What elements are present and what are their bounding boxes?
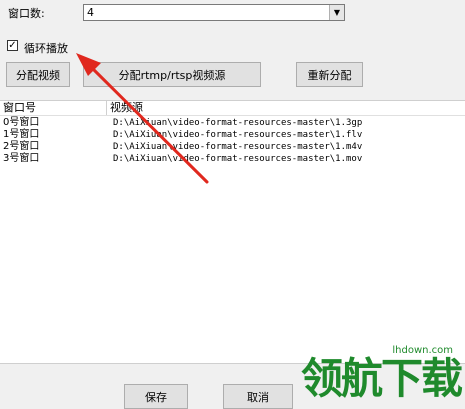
- watermark-logo: lhdown.com 领航下载: [271, 345, 463, 407]
- watermark-brand: 领航下载: [300, 354, 463, 403]
